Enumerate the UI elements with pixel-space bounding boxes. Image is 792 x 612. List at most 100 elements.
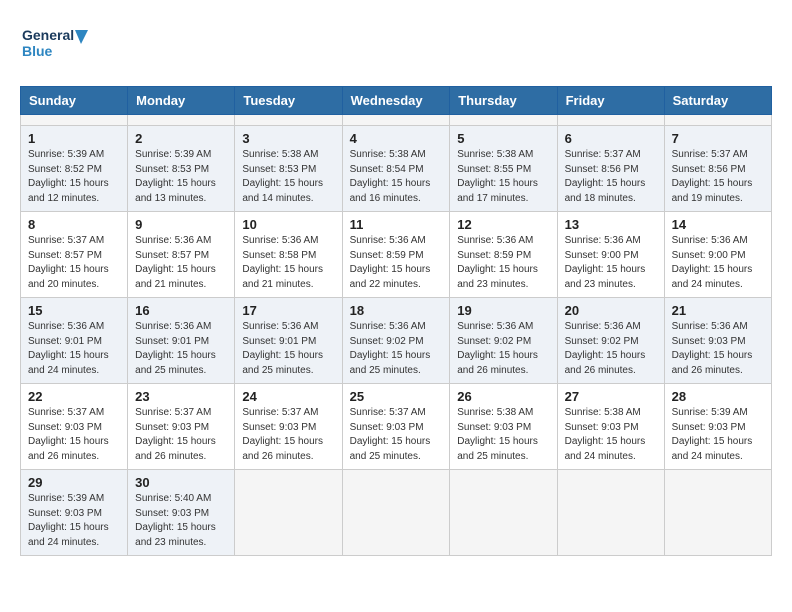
day-number: 12 [457,217,549,232]
day-cell: 29Sunrise: 5:39 AMSunset: 9:03 PMDayligh… [21,470,128,556]
logo-svg: General Blue [20,20,90,70]
daylight-text: Daylight: 15 hours and 14 minutes. [242,178,323,204]
sunrise-text: Sunrise: 5:36 AM [135,321,211,332]
sunrise-text: Sunrise: 5:38 AM [457,407,533,418]
day-number: 23 [135,389,227,404]
col-header-tuesday: Tuesday [235,87,342,115]
day-cell [235,470,342,556]
daylight-text: Daylight: 15 hours and 17 minutes. [457,178,538,204]
sunrise-text: Sunrise: 5:39 AM [672,407,748,418]
day-cell: 2Sunrise: 5:39 AMSunset: 8:53 PMDaylight… [128,126,235,212]
week-row-4: 22Sunrise: 5:37 AMSunset: 9:03 PMDayligh… [21,384,772,470]
day-cell [128,115,235,126]
day-number: 20 [565,303,657,318]
svg-text:General: General [22,27,74,43]
sunset-text: Sunset: 9:03 PM [565,422,639,433]
day-info: Sunrise: 5:36 AMSunset: 9:02 PMDaylight:… [457,320,549,378]
day-cell: 21Sunrise: 5:36 AMSunset: 9:03 PMDayligh… [664,298,771,384]
day-info: Sunrise: 5:36 AMSunset: 8:59 PMDaylight:… [457,234,549,292]
day-info: Sunrise: 5:38 AMSunset: 9:03 PMDaylight:… [565,406,657,464]
day-number: 13 [565,217,657,232]
sunset-text: Sunset: 8:52 PM [28,164,102,175]
daylight-text: Daylight: 15 hours and 24 minutes. [672,264,753,290]
day-cell: 3Sunrise: 5:38 AMSunset: 8:53 PMDaylight… [235,126,342,212]
day-number: 10 [242,217,334,232]
daylight-text: Daylight: 15 hours and 26 minutes. [457,350,538,376]
day-info: Sunrise: 5:36 AMSunset: 8:57 PMDaylight:… [135,234,227,292]
sunset-text: Sunset: 9:03 PM [672,422,746,433]
header-row: SundayMondayTuesdayWednesdayThursdayFrid… [21,87,772,115]
daylight-text: Daylight: 15 hours and 26 minutes. [242,436,323,462]
sunrise-text: Sunrise: 5:38 AM [457,149,533,160]
sunset-text: Sunset: 8:59 PM [457,250,531,261]
daylight-text: Daylight: 15 hours and 24 minutes. [672,436,753,462]
day-cell: 20 Sunrise: 5:36 AMSunset: 9:02 PMDayligh… [557,298,664,384]
col-header-monday: Monday [128,87,235,115]
sunset-text: Sunset: 9:01 PM [242,336,316,347]
day-number: 24 [242,389,334,404]
day-info: Sunrise: 5:36 AMSunset: 9:02 PMDaylight:… [565,320,657,378]
week-row-0 [21,115,772,126]
day-info: Sunrise: 5:37 AMSunset: 8:56 PMDaylight:… [565,148,657,206]
day-info: Sunrise: 5:38 AMSunset: 9:03 PMDaylight:… [457,406,549,464]
sunset-text: Sunset: 9:00 PM [672,250,746,261]
col-header-wednesday: Wednesday [342,87,450,115]
sunset-text: Sunset: 9:02 PM [457,336,531,347]
daylight-text: Daylight: 15 hours and 12 minutes. [28,178,109,204]
day-cell: 26Sunrise: 5:38 AMSunset: 9:03 PMDayligh… [450,384,557,470]
sunrise-text: Sunrise: 5:38 AM [350,149,426,160]
day-info: Sunrise: 5:37 AMSunset: 9:03 PMDaylight:… [350,406,443,464]
day-number: 15 [28,303,120,318]
sunrise-text: Sunrise: 5:37 AM [672,149,748,160]
day-number: 14 [672,217,764,232]
day-cell: 27Sunrise: 5:38 AMSunset: 9:03 PMDayligh… [557,384,664,470]
sunrise-text: Sunrise: 5:39 AM [28,149,104,160]
sunrise-text: Sunrise: 5:36 AM [672,321,748,332]
col-header-friday: Friday [557,87,664,115]
daylight-text: Daylight: 15 hours and 18 minutes. [565,178,646,204]
day-number: 30 [135,475,227,490]
logo: General Blue [20,20,90,70]
day-info: Sunrise: 5:36 AMSunset: 9:01 PMDaylight:… [28,320,120,378]
day-cell: 28Sunrise: 5:39 AMSunset: 9:03 PMDayligh… [664,384,771,470]
day-info: Sunrise: 5:38 AMSunset: 8:55 PMDaylight:… [457,148,549,206]
daylight-text: Daylight: 15 hours and 19 minutes. [672,178,753,204]
day-info: Sunrise: 5:36 AMSunset: 9:01 PMDaylight:… [135,320,227,378]
day-number: 11 [350,217,443,232]
day-cell [664,470,771,556]
day-cell [450,470,557,556]
day-number: 5 [457,131,549,146]
day-number: 29 [28,475,120,490]
daylight-text: Daylight: 15 hours and 16 minutes. [350,178,431,204]
sunrise-text: Sunrise: 5:37 AM [28,235,104,246]
sunset-text: Sunset: 8:56 PM [565,164,639,175]
day-info: Sunrise: 5:40 AMSunset: 9:03 PMDaylight:… [135,492,227,550]
day-cell: 8Sunrise: 5:37 AMSunset: 8:57 PMDaylight… [21,212,128,298]
day-number: 9 [135,217,227,232]
day-info: Sunrise: 5:36 AMSunset: 9:00 PMDaylight:… [565,234,657,292]
sunrise-text: Sunrise: 5:36 AM [242,235,318,246]
sunrise-text: Sunrise: 5:36 AM [672,235,748,246]
day-info: Sunrise: 5:39 AMSunset: 8:53 PMDaylight:… [135,148,227,206]
sunrise-text: Sunrise: 5:37 AM [28,407,104,418]
col-header-thursday: Thursday [450,87,557,115]
day-number: 3 [242,131,334,146]
sunset-text: Sunset: 9:03 PM [672,336,746,347]
week-row-3: 15Sunrise: 5:36 AMSunset: 9:01 PMDayligh… [21,298,772,384]
day-cell: 18Sunrise: 5:36 AMSunset: 9:02 PMDayligh… [342,298,450,384]
day-info: Sunrise: 5:39 AM Sunset: 9:03 PM Daylight:… [672,406,764,464]
svg-text:Blue: Blue [22,43,53,59]
day-cell: 10Sunrise: 5:36 AMSunset: 8:58 PMDayligh… [235,212,342,298]
day-cell: 16Sunrise: 5:36 AMSunset: 9:01 PMDayligh… [128,298,235,384]
sunrise-text: Sunrise: 5:37 AM [242,407,318,418]
daylight-text: Daylight: 15 hours and 25 minutes. [350,436,431,462]
sunset-text: Sunset: 8:58 PM [242,250,316,261]
day-cell: 13 Sunrise: 5:36 AMSunset: 9:00 PMDayligh… [557,212,664,298]
daylight-text: Daylight: 15 hours and 24 minutes. [565,436,646,462]
day-cell [21,115,128,126]
day-number: 7 [672,131,764,146]
sunset-text: Sunset: 9:00 PM [565,250,639,261]
daylight-text: Daylight: 15 hours and 25 minutes. [242,350,323,376]
day-info: Sunrise: 5:36 AMSunset: 8:58 PMDaylight:… [242,234,334,292]
day-cell [557,470,664,556]
